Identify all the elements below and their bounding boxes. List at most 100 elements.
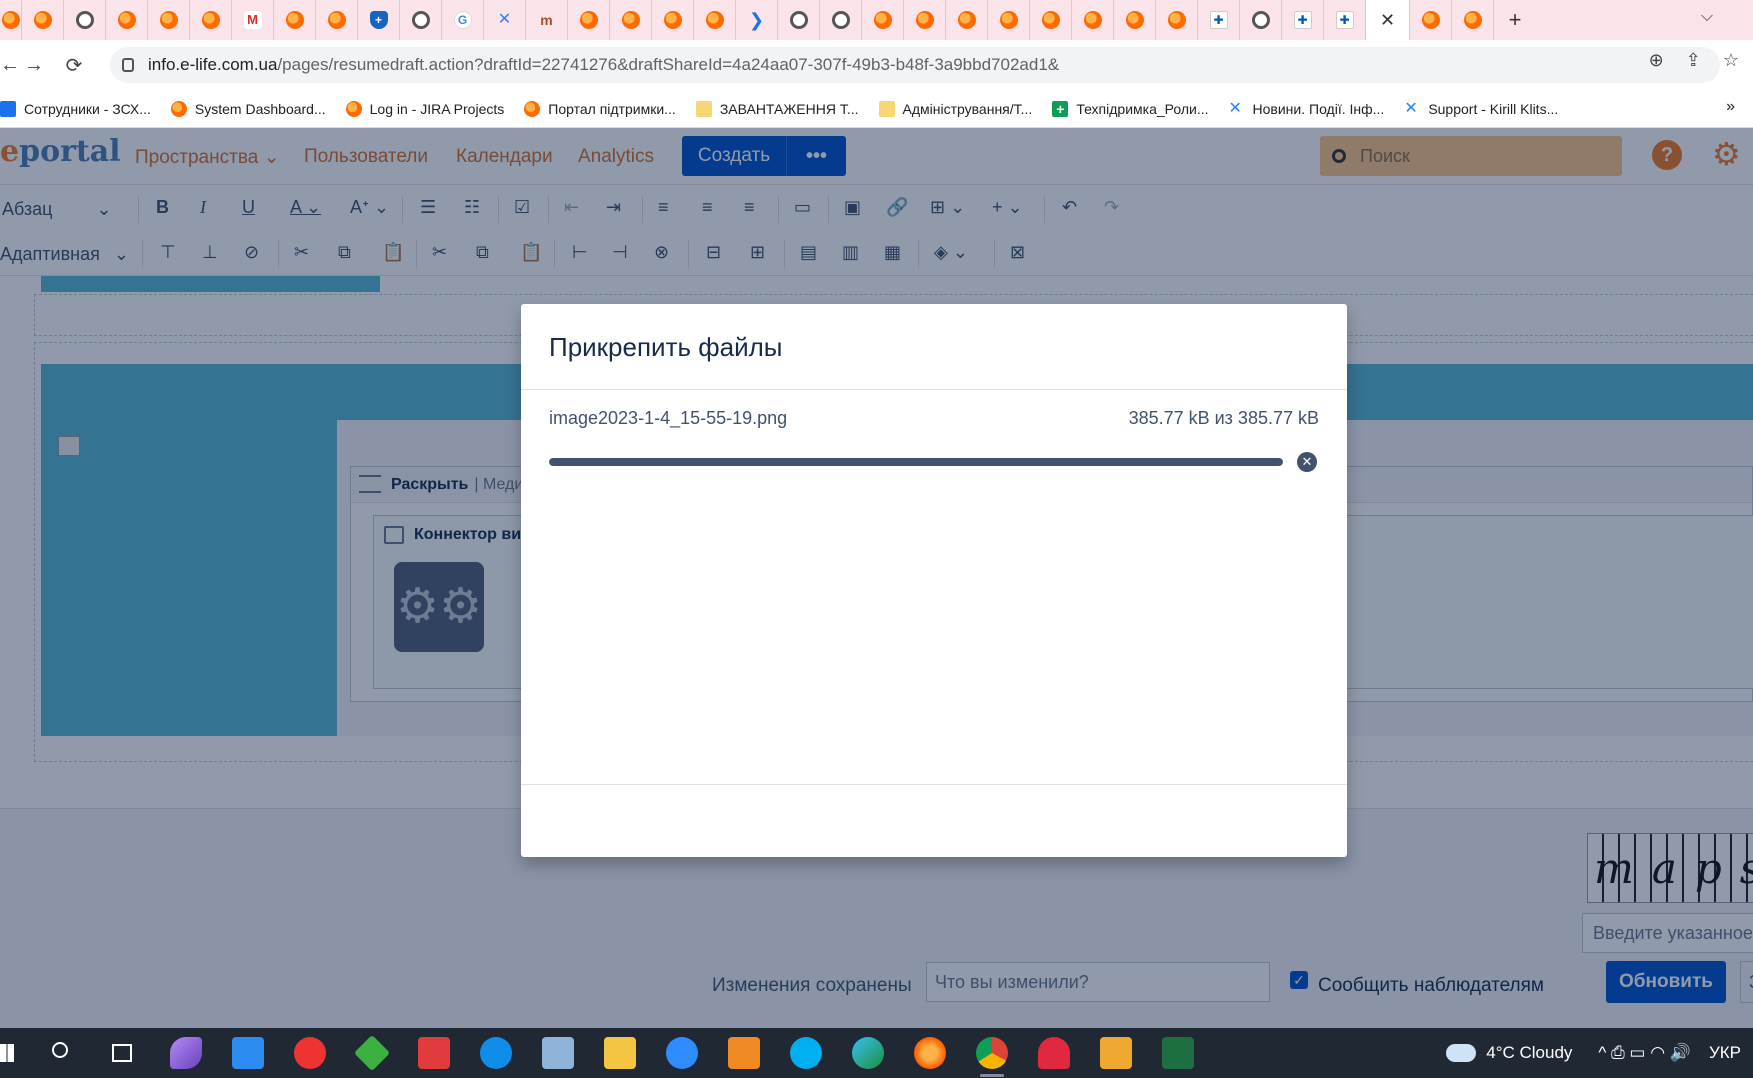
browser-tab[interactable] — [1072, 0, 1114, 40]
browser-tab[interactable]: + — [358, 0, 400, 40]
browser-tab[interactable] — [64, 0, 106, 40]
dialog-footer-divider — [521, 784, 1347, 785]
bookmark-item[interactable]: Сотрудники - ЗСХ... — [0, 100, 151, 117]
browser-tab[interactable]: ❯ — [736, 0, 778, 40]
browser-tab[interactable]: ✕ — [484, 0, 526, 40]
close-tab-icon[interactable]: ✕ — [1380, 10, 1395, 31]
browser-tab[interactable] — [274, 0, 316, 40]
github-icon — [831, 11, 850, 29]
browser-tab[interactable] — [190, 0, 232, 40]
bookmark-label: System Dashboard... — [194, 100, 326, 117]
url-field[interactable]: info.e-life.com.ua /pages/resumedraft.ac… — [110, 47, 1720, 83]
feather-app-icon[interactable] — [170, 1037, 202, 1069]
teamviewer-icon[interactable] — [480, 1037, 512, 1069]
bookmark-star-icon[interactable]: ☆ — [1723, 50, 1739, 71]
bookmark-icon: ✕ — [1404, 99, 1418, 117]
browser-tab[interactable] — [1240, 0, 1282, 40]
browser-tab[interactable]: G — [442, 0, 484, 40]
browser-tab[interactable]: M — [232, 0, 274, 40]
browser-tab[interactable]: ✚ — [1198, 0, 1240, 40]
tray-icons[interactable]: ^ ⎙ ▭ ◠ 🔊 — [1598, 1043, 1691, 1063]
bookmark-item[interactable]: Адміністрування/Т... — [878, 100, 1032, 117]
browser-tab[interactable] — [0, 0, 22, 40]
bookmark-item[interactable]: System Dashboard... — [170, 100, 326, 117]
search-icon[interactable] — [52, 1042, 68, 1058]
bookmarks-overflow-icon[interactable]: » — [1726, 98, 1735, 116]
orange-app-icon[interactable] — [728, 1037, 760, 1069]
browser-tab[interactable] — [778, 0, 820, 40]
browser-tab[interactable] — [694, 0, 736, 40]
firefox-icon — [957, 11, 976, 29]
system-tray: 4°C Cloudy ^ ⎙ ▭ ◠ 🔊 УКР — [1446, 1028, 1753, 1078]
windows-start-icon[interactable] — [0, 1044, 14, 1062]
firefox-icon — [873, 11, 892, 29]
bookmark-item[interactable]: Портал підтримки... — [524, 100, 676, 117]
bookmark-item[interactable]: ✕ Новини. Події. Інф... — [1228, 99, 1385, 117]
lock-icon[interactable] — [122, 58, 134, 72]
health-app-icon[interactable] — [1038, 1037, 1070, 1069]
chrome-icon[interactable] — [976, 1037, 1008, 1069]
skype-icon[interactable] — [790, 1037, 822, 1069]
browser-tab[interactable]: m — [526, 0, 568, 40]
browser-tab[interactable]: ✚ — [1324, 0, 1366, 40]
ccleaner-icon[interactable] — [294, 1037, 326, 1069]
browser-tab[interactable] — [400, 0, 442, 40]
edge-icon[interactable] — [852, 1037, 884, 1069]
bookmark-label: ЗАВАНТАЖЕННЯ Т... — [719, 100, 859, 117]
firefox-icon — [285, 11, 304, 29]
browser-tab[interactable] — [1114, 0, 1156, 40]
browser-tab[interactable] — [1452, 0, 1494, 40]
cloud-icon — [1446, 1044, 1477, 1062]
bookmark-icon — [524, 100, 541, 117]
bookmark-item[interactable]: Log in - JIRA Projects — [345, 100, 504, 117]
firefox-icon — [621, 11, 640, 29]
browser-tab[interactable] — [820, 0, 862, 40]
browser-tab[interactable] — [946, 0, 988, 40]
browser-tab[interactable] — [1030, 0, 1072, 40]
forward-icon[interactable]: → — [14, 54, 54, 77]
notes-app-icon[interactable] — [542, 1037, 574, 1069]
bookmark-item[interactable]: ✕ Support - Kirill Klits... — [1404, 99, 1558, 117]
browser-tab[interactable] — [904, 0, 946, 40]
gmail-icon: M — [243, 11, 262, 29]
tab-search-dropdown-icon[interactable]: ⌵ — [1701, 8, 1713, 26]
bookmark-item[interactable]: + Техпідримка_Роли... — [1052, 100, 1209, 117]
upload-progress-bar — [549, 458, 1283, 466]
cancel-upload-icon[interactable]: ✕ — [1297, 452, 1317, 472]
firefox-icon[interactable] — [914, 1037, 946, 1069]
zoom-icon[interactable] — [666, 1037, 698, 1069]
anydesk-icon[interactable] — [418, 1037, 450, 1069]
back-icon[interactable]: ← — [0, 54, 20, 77]
browser-tab[interactable] — [22, 0, 64, 40]
new-tab-icon[interactable]: + — [1494, 7, 1536, 33]
task-view-icon[interactable] — [112, 1044, 132, 1062]
browser-tab[interactable] — [106, 0, 148, 40]
tools-app-icon[interactable] — [232, 1037, 264, 1069]
browser-tab[interactable] — [988, 0, 1030, 40]
browser-tab[interactable] — [1410, 0, 1452, 40]
green-app-icon[interactable] — [353, 1034, 391, 1072]
browser-tab[interactable] — [1156, 0, 1198, 40]
browser-tab[interactable]: ✚ — [1282, 0, 1324, 40]
weather-text[interactable]: 4°C Cloudy — [1486, 1043, 1572, 1063]
bookmark-item[interactable]: ЗАВАНТАЖЕННЯ Т... — [695, 100, 859, 117]
browser-tab[interactable] — [862, 0, 904, 40]
image-viewer-icon[interactable] — [1100, 1037, 1132, 1069]
browser-tab[interactable] — [316, 0, 358, 40]
browser-tab-active[interactable]: ✕ — [1366, 0, 1410, 40]
browser-tab[interactable] — [610, 0, 652, 40]
excel-icon[interactable] — [1162, 1037, 1194, 1069]
firefox-icon — [117, 11, 136, 29]
file-explorer-icon[interactable] — [604, 1037, 636, 1069]
reload-icon[interactable]: ⟳ — [54, 53, 94, 78]
language-indicator[interactable]: УКР — [1709, 1043, 1741, 1063]
zoom-icon[interactable]: ⊕ — [1649, 50, 1664, 71]
github-icon — [75, 11, 94, 29]
bookmark-icon: ✕ — [1228, 99, 1242, 117]
share-icon[interactable]: ⇪ — [1686, 50, 1701, 71]
os-taskbar: 4°C Cloudy ^ ⎙ ▭ ◠ 🔊 УКР — [0, 1028, 1753, 1078]
browser-tab[interactable] — [568, 0, 610, 40]
bookmark-icon: + — [1052, 100, 1069, 117]
browser-tab[interactable] — [652, 0, 694, 40]
browser-tab[interactable] — [148, 0, 190, 40]
